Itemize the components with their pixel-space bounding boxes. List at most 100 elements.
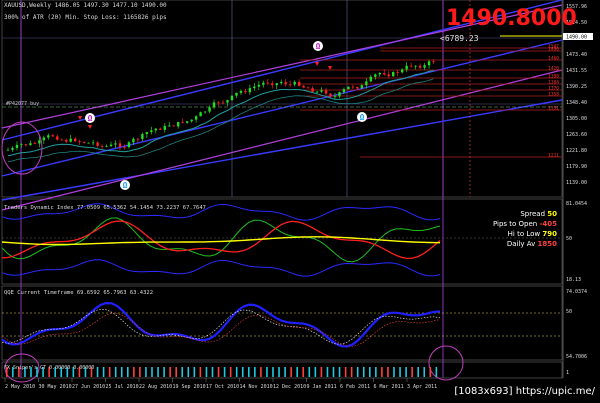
fx-bar-39: [241, 367, 244, 377]
candle-body-71: [324, 90, 328, 94]
candle-body-69: [315, 91, 319, 93]
level-label-7: 1358: [548, 92, 559, 98]
candle-body-95: [432, 61, 435, 63]
qqe-axis-label-1: 50: [566, 309, 572, 315]
time-axis-label-9: 9 Jan 2011: [307, 384, 337, 390]
big-price-label: 1490.8000: [446, 6, 577, 31]
fx-bar-47: [290, 367, 292, 377]
candle-body-94: [427, 61, 431, 66]
fx-bar-27: [169, 367, 171, 377]
fx-bar-40: [248, 367, 250, 377]
fx-bar-36: [223, 367, 226, 377]
fx-bar-16: [102, 367, 105, 377]
candle-body-77: [351, 86, 355, 88]
price-note: <6789.23: [440, 34, 479, 43]
candle-body-87: [396, 72, 399, 73]
fx-bar-21: [133, 367, 135, 377]
candle-body-3: [20, 144, 23, 145]
tdi-header: Traders Dynamic Index 77.0509 65.5362 54…: [4, 205, 206, 211]
candle-body-68: [311, 88, 314, 92]
fx-bar-43: [266, 367, 268, 377]
circle-annotation-bottom-right: [428, 345, 464, 381]
candle-body-86: [392, 72, 395, 77]
candle-body-83: [378, 73, 381, 75]
stat-daily-av: Daily Av 1850: [506, 240, 557, 248]
fx-bar-28: [175, 367, 177, 377]
candle-body-27: [127, 142, 131, 148]
fx-bar-50: [308, 367, 311, 377]
candle-body-46: [212, 102, 216, 108]
fx-bar-53: [326, 367, 329, 377]
fx-bar-33: [205, 367, 208, 377]
fx-bar-62: [381, 367, 383, 377]
candle-body-41: [190, 119, 193, 122]
candle-body-92: [418, 65, 422, 68]
candle-body-93: [423, 65, 426, 68]
tdi-axis-label-0: 81.0454: [566, 201, 587, 207]
candle-body-57: [262, 82, 265, 85]
candle-body-14: [69, 138, 72, 142]
time-axis-label-4: 22 Aug 2010: [139, 384, 172, 390]
candle-body-28: [132, 138, 135, 143]
fx-bar-15: [96, 367, 99, 377]
price-axis-label-3: 1473.40: [566, 52, 587, 58]
candle-body-58: [266, 82, 269, 84]
price-axis-label-6: 1348.40: [566, 100, 587, 106]
fx-bar-51: [314, 367, 317, 377]
candle-body-25: [118, 143, 122, 147]
fx-bar-57: [350, 367, 353, 377]
fx-bar-46: [284, 367, 286, 377]
candle-body-34: [159, 128, 162, 130]
candle-body-90: [409, 65, 413, 67]
fx-bar-30: [187, 367, 190, 377]
time-axis-label-6: 17 Oct 2010: [206, 384, 239, 390]
candle-body-30: [141, 134, 144, 139]
level-label-3: 1420: [548, 66, 559, 72]
order-label: #P42077 buy: [6, 101, 40, 107]
candle-body-29: [136, 138, 140, 140]
price-axis-label-8: 1263.60: [566, 132, 587, 138]
fx-bar-24: [151, 367, 153, 377]
level-label-1: 1490: [548, 47, 559, 53]
candle-body-75: [342, 89, 346, 93]
candle-body-78: [356, 87, 359, 89]
fx-bar-31: [193, 367, 196, 377]
time-axis-label-5: 19 Sep 2010: [173, 384, 206, 390]
candle-body-51: [235, 92, 238, 96]
candle-body-44: [203, 111, 207, 113]
chart-canvas[interactable]: 1547149014601420139813841370135813311211…: [0, 0, 600, 403]
panel-border-tdi: [1, 198, 563, 285]
fx-bar-37: [229, 367, 232, 377]
qqe-dotted-line: [1, 308, 441, 345]
candle-body-64: [293, 81, 296, 85]
candle-body-79: [360, 85, 364, 89]
candle-body-17: [82, 141, 86, 143]
candle-body-67: [306, 87, 310, 89]
candle-body-13: [65, 139, 68, 142]
candle-body-36: [168, 125, 171, 127]
fx-bar-20: [127, 367, 129, 377]
candle-body-50: [230, 95, 234, 101]
candle-body-7: [38, 140, 41, 144]
candle-body-38: [177, 121, 180, 127]
magenta-omega-top: Ω: [316, 42, 321, 51]
level-label-2: 1460: [548, 56, 559, 62]
candle-body-19: [91, 142, 95, 144]
fx-sniper-header: FX Sniper's GT 0.00000 0.00000: [4, 365, 95, 371]
tdi-lower-band: [1, 259, 441, 277]
candle-body-4: [24, 144, 28, 146]
price-axis-label-9: 1221.80: [566, 148, 587, 154]
candle-body-61: [280, 82, 283, 84]
fx-bar-59: [362, 367, 365, 377]
candle-body-31: [145, 132, 149, 135]
channel-mid-blue: [1, 39, 563, 177]
time-axis-label-8: 12 Dec 2010: [273, 384, 306, 390]
candle-body-60: [275, 83, 278, 86]
fx-bar-26: [163, 367, 165, 377]
candle-body-18: [87, 142, 90, 144]
candle-body-49: [226, 100, 229, 103]
time-axis-label-0: 2 May 2010: [5, 384, 35, 390]
fx-bar-63: [387, 367, 389, 377]
fx-bar-25: [157, 367, 159, 377]
fx-bar-42: [260, 367, 262, 377]
